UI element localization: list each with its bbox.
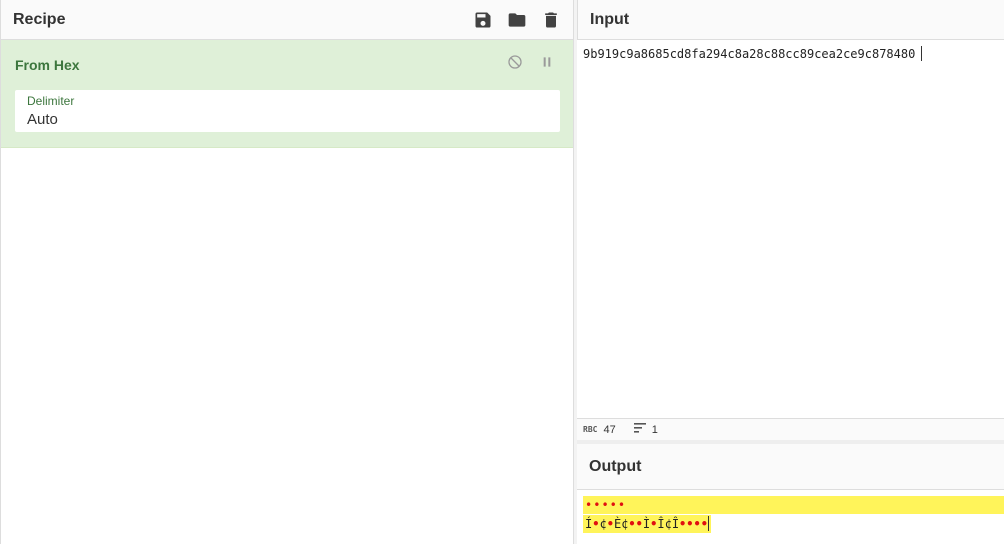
control-char: • bbox=[686, 517, 694, 531]
delimiter-field[interactable]: Delimiter Auto bbox=[15, 90, 560, 132]
output-line-1-text: ••••• bbox=[585, 498, 627, 512]
output-line-1[interactable]: ••••• bbox=[583, 496, 1004, 514]
operation-controls bbox=[507, 54, 555, 75]
output-pane: Output ••••• Í•¢•È¢••Ì•Î¢Î•••• bbox=[577, 444, 1004, 544]
output-line-2[interactable]: Í•¢•È¢••Ì•Î¢Î•••• bbox=[583, 515, 711, 533]
control-char: • bbox=[700, 517, 708, 531]
input-textarea[interactable]: 9b919c9a8685cd8fa294c8a28c88cc89cea2ce9c… bbox=[577, 40, 1004, 67]
control-char: • bbox=[628, 517, 636, 531]
line-count: 1 bbox=[651, 423, 658, 436]
recipe-pane: Recipe From Hex Delimiter Auto bbox=[0, 0, 574, 544]
char-count: 47 bbox=[603, 423, 616, 436]
control-char: • bbox=[606, 517, 614, 531]
input-title: Input bbox=[590, 10, 630, 28]
save-icon[interactable] bbox=[473, 10, 493, 30]
recipe-title: Recipe bbox=[13, 10, 66, 28]
trash-icon[interactable] bbox=[541, 10, 561, 30]
pause-icon[interactable] bbox=[539, 54, 555, 75]
input-status-bar: RBC 47 1 bbox=[577, 418, 1004, 440]
lines-icon bbox=[633, 423, 646, 436]
input-text: 9b919c9a8685cd8fa294c8a28c88cc89cea2ce9c… bbox=[583, 47, 916, 61]
output-header: Output bbox=[577, 444, 1004, 490]
text-caret bbox=[921, 46, 923, 61]
control-char: • bbox=[693, 517, 701, 531]
delimiter-label: Delimiter bbox=[27, 94, 75, 108]
operation-title: From Hex bbox=[15, 57, 80, 73]
control-char: • bbox=[635, 517, 643, 531]
folder-icon[interactable] bbox=[507, 10, 527, 30]
output-title: Output bbox=[589, 457, 642, 475]
abc-icon: RBC bbox=[583, 425, 598, 434]
input-header: Input bbox=[577, 0, 1004, 40]
input-pane: Input 9b919c9a8685cd8fa294c8a28c88cc89ce… bbox=[577, 0, 1004, 440]
recipe-tools bbox=[473, 10, 561, 30]
recipe-header: Recipe bbox=[1, 0, 573, 40]
operation-from-hex[interactable]: From Hex Delimiter Auto bbox=[1, 40, 573, 148]
delimiter-value[interactable]: Auto bbox=[27, 111, 58, 128]
disable-icon[interactable] bbox=[507, 54, 523, 75]
output-caret bbox=[707, 516, 709, 531]
